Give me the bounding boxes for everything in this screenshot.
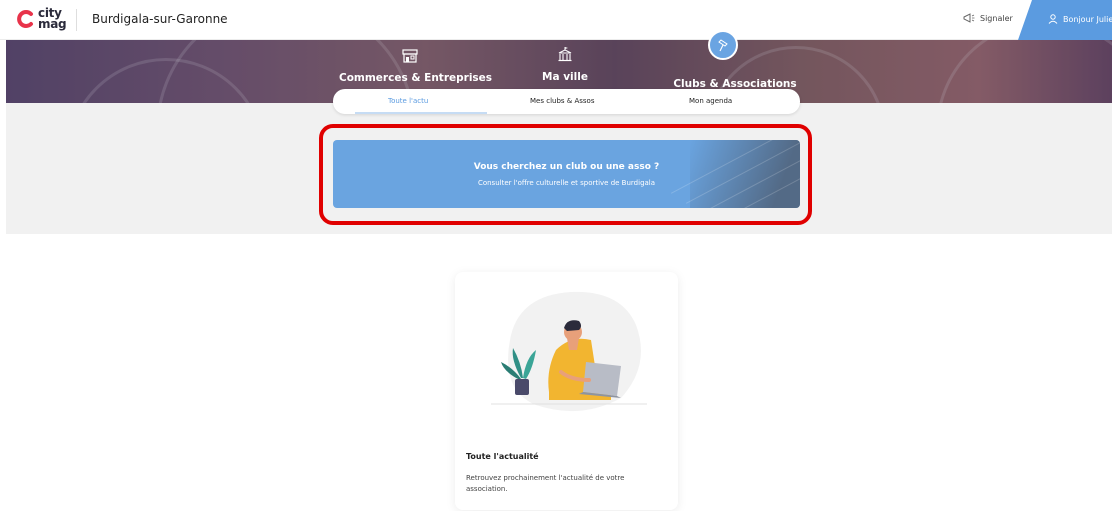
category-ma-ville[interactable]: Ma ville [520,46,610,84]
club-search-banner[interactable]: Vous cherchez un club ou une asso ? Cons… [333,140,800,208]
logo-word-mag: mag [38,17,67,31]
tab-toute-actu[interactable]: Toute l'actu [388,97,428,105]
header-divider [76,9,77,31]
storefront-icon [402,49,418,63]
user-icon [1048,14,1058,24]
banner-title: Vous cherchez un club ou une asso ? [473,162,660,172]
active-tab-indicator [355,112,487,114]
user-greeting: Bonjour Julie [1063,15,1112,24]
city-name: Burdigala-sur-Garonne [92,12,228,26]
banner-subtitle: Consulter l'offre culturelle et sportive… [477,179,656,187]
tab-mon-agenda[interactable]: Mon agenda [689,97,732,105]
user-menu-button[interactable]: Bonjour Julie [1018,0,1112,40]
citymag-logo[interactable]: city mag [16,7,78,33]
person-with-laptop-and-plant-illustration [491,291,647,412]
megaphone-icon [963,13,975,23]
report-label: Signaler [980,14,1013,23]
news-card: Toute l'actualité Retrouvez prochainemen… [455,272,678,510]
city-hall-icon [558,47,572,62]
logo-c-icon [17,10,33,28]
tab-bar: Toute l'actu Mes clubs & Assos Mon agend… [333,89,800,114]
category-label: Ma ville [542,71,588,83]
category-clubs-active-marker[interactable] [708,30,738,60]
card-title: Toute l'actualité [466,452,539,461]
top-bar: city mag Burdigala-sur-Garonne Signaler … [0,0,1112,40]
card-text: Retrouvez prochainement l'actualité de v… [466,474,625,493]
category-commerces[interactable]: Commerces & Entreprises [339,49,492,85]
pin-icon [718,39,728,52]
tab-mes-clubs[interactable]: Mes clubs & Assos [530,97,594,105]
category-label: Commerces & Entreprises [339,72,493,84]
